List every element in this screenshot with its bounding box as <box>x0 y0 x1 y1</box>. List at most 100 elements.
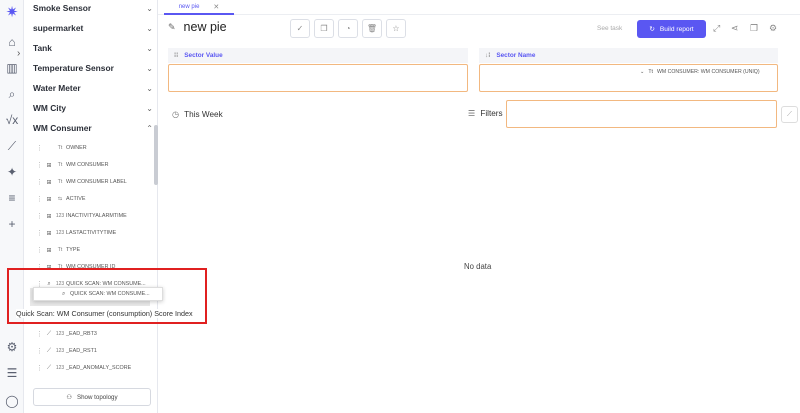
trend-icon[interactable]: ⟋ <box>4 138 20 154</box>
chevron-down-icon: ⌄ <box>146 103 153 113</box>
tree-group-tank[interactable]: Tank ⌄ <box>33 43 153 53</box>
gear-icon[interactable]: ⚙ <box>769 23 777 34</box>
drag-handle-icon[interactable]: ⋮ <box>36 229 44 237</box>
dimension-icon: ⊞ <box>46 213 52 220</box>
tree-field-ead-rbt3[interactable]: ⋮ ⟋ 123 _EAD_RBT3 <box>36 327 151 341</box>
build-report-label: Build report <box>659 25 694 33</box>
drag-handle-icon[interactable]: ⋮ <box>36 330 44 338</box>
report-title-text[interactable]: new pie <box>184 20 227 34</box>
number-type-icon: 123 <box>55 213 65 219</box>
refresh-button[interactable]: ◔ <box>338 19 358 38</box>
chart-icon[interactable]: ▥ <box>4 60 20 76</box>
sparkle-icon[interactable]: ✦ <box>4 164 20 180</box>
drag-handle-icon[interactable]: ⋮ <box>36 246 44 254</box>
drag-handle-icon[interactable]: ⋮ <box>36 212 44 220</box>
drag-handle-icon[interactable]: ⋮ <box>36 195 44 203</box>
number-type-icon: 123 <box>55 230 65 236</box>
tree-field-ead-anomaly-score[interactable]: ⋮ ⟋ 123 _EAD_ANOMALY_SCORE <box>36 361 151 375</box>
drag-handle-icon[interactable]: ⋮ <box>36 144 44 152</box>
chevron-down-icon: ⌄ <box>146 83 153 93</box>
dimension-icon: ⊞ <box>46 247 52 254</box>
duplicate-button[interactable]: ❐ <box>314 19 334 38</box>
check-icon: ✓ <box>296 24 304 33</box>
filters-label: Filters <box>480 108 503 118</box>
menu-icon[interactable]: ≡ <box>4 190 20 206</box>
tree-field-inactivityalarmtime[interactable]: ⋮ ⊞ 123 INACTIVITYALARMTIME <box>36 209 151 223</box>
plus-icon[interactable]: + <box>4 216 20 232</box>
tree-group-supermarket[interactable]: supermarket ⌄ <box>33 23 153 33</box>
text-type-icon: Tt <box>648 69 653 75</box>
expand-icon[interactable]: ⤢ <box>713 23 720 34</box>
no-data-message: No data <box>464 262 492 271</box>
trash-icon: 🗑 <box>366 24 378 33</box>
see-task-link[interactable]: See task <box>597 25 622 32</box>
tree-field-label: _EAD_ANOMALY_SCORE <box>66 365 132 371</box>
refresh-icon: ↻ <box>649 26 655 33</box>
favorite-button[interactable]: ☆ <box>386 19 406 38</box>
build-report-button[interactable]: ↻ Build report <box>637 20 706 38</box>
tree-group-wm-city[interactable]: WM City ⌄ <box>33 103 153 113</box>
topology-icon: ⚇ <box>66 393 72 401</box>
chevron-down-icon[interactable]: ⌄ <box>640 69 644 75</box>
drag-handle-icon[interactable]: ⋮ <box>36 364 44 372</box>
filter-icon: ☰ <box>468 109 476 118</box>
measure-icon: ⁞⁞ <box>174 52 179 59</box>
trend-icon: ⟋ <box>787 110 792 118</box>
tab-label: new pie <box>178 3 200 10</box>
trend-icon: ⟋ <box>46 347 52 354</box>
dimension-icon: ⊞ <box>46 179 52 186</box>
tree-field-label: TYPE <box>66 247 81 253</box>
tree-field-owner[interactable]: ⋮ Tt OWNER <box>36 141 151 155</box>
collapse-icon[interactable]: › <box>17 48 20 59</box>
pencil-icon[interactable]: ✎ <box>168 22 176 33</box>
drag-handle-icon[interactable]: ⋮ <box>36 161 44 169</box>
time-range-selector[interactable]: ◷ This Week <box>172 109 223 120</box>
trend-icon: ⟋ <box>46 330 52 337</box>
tab-new-pie[interactable]: new pie ✕ <box>164 0 234 15</box>
settings-icon[interactable]: ⚙ <box>4 339 20 355</box>
toolbar: ✓ ❐ ◔ 🗑 ☆ <box>290 19 406 38</box>
tree-field-wm-consumer-label[interactable]: ⋮ ⊞ Tt WM CONSUMER LABEL <box>36 175 151 189</box>
drag-handle-icon[interactable]: ⋮ <box>36 178 44 186</box>
sector-value-dropzone[interactable] <box>168 64 468 92</box>
clock-icon: ◷ <box>172 110 180 119</box>
data-tree-panel: Smoke Sensor ⌄ supermarket ⌄ Tank ⌄ Temp… <box>24 0 158 413</box>
filters-header: ☰ Filters <box>468 108 503 119</box>
tree-group-water-meter[interactable]: Water Meter ⌄ <box>33 83 153 93</box>
show-topology-button[interactable]: ⚇ Show topology <box>33 388 151 406</box>
sliders-icon[interactable]: ☰ <box>4 365 20 381</box>
drag-handle-icon[interactable]: ⋮ <box>36 347 44 355</box>
tree-group-temperature-sensor[interactable]: Temperature Sensor ⌄ <box>33 63 153 73</box>
tree-group-label: WM Consumer <box>33 123 92 133</box>
report-title[interactable]: ✎ new pie <box>168 20 227 34</box>
tree-field-label: WM CONSUMER LABEL <box>66 179 127 185</box>
user-icon[interactable]: ◯ <box>4 393 20 409</box>
close-icon[interactable]: ✕ <box>213 3 219 11</box>
sector-name-chip[interactable]: ⌄ Tt WM CONSUMER: WM CONSUMER (UNIQ) <box>640 69 760 75</box>
tree-field-lastactivitytime[interactable]: ⋮ ⊞ 123 LASTACTIVITYTIME <box>36 226 151 240</box>
tree-field-ead-rst1[interactable]: ⋮ ⟋ 123 _EAD_RST1 <box>36 344 151 358</box>
tree-field-label: LASTACTIVITYTIME <box>66 230 117 236</box>
search-icon[interactable]: ⌕ <box>4 86 20 102</box>
logo-icon[interactable]: ✷ <box>4 4 20 21</box>
refresh-icon: ◔ <box>345 24 351 33</box>
share-icon[interactable]: ⋖ <box>731 23 739 34</box>
sector-name-header: ↓⁞ Sector Name <box>479 48 778 63</box>
icon-rail: ✷ ⌂ › ▥ ⌕ √x ⟋ ✦ ≡ + ⚙ ☰ ◯ <box>0 0 24 413</box>
delete-button[interactable]: 🗑 <box>362 19 382 38</box>
check-button[interactable]: ✓ <box>290 19 310 38</box>
filter-options-button[interactable]: ⟋ <box>781 106 798 123</box>
report-editor: new pie ✕ ✎ new pie ✓ ❐ ◔ 🗑 ☆ See task ↻… <box>158 0 800 413</box>
tree-group-wm-consumer[interactable]: WM Consumer ⌃ <box>33 123 153 133</box>
dimension-icon: ⊞ <box>46 162 52 169</box>
tree-field-type[interactable]: ⋮ ⊞ Tt TYPE <box>36 243 151 257</box>
copy-icon[interactable]: ❐ <box>750 23 758 34</box>
formula-icon[interactable]: √x <box>4 112 20 128</box>
sector-value-label: Sector Value <box>184 52 223 59</box>
chevron-up-icon: ⌃ <box>146 123 153 133</box>
tree-group-smoke-sensor[interactable]: Smoke Sensor ⌄ <box>33 3 153 13</box>
tree-field-active[interactable]: ⋮ ⊞ ⇆ ACTIVE <box>36 192 151 206</box>
text-type-icon: Tt <box>57 145 63 151</box>
filters-dropzone[interactable] <box>506 100 777 128</box>
tree-field-wm-consumer[interactable]: ⋮ ⊞ Tt WM CONSUMER <box>36 158 151 172</box>
